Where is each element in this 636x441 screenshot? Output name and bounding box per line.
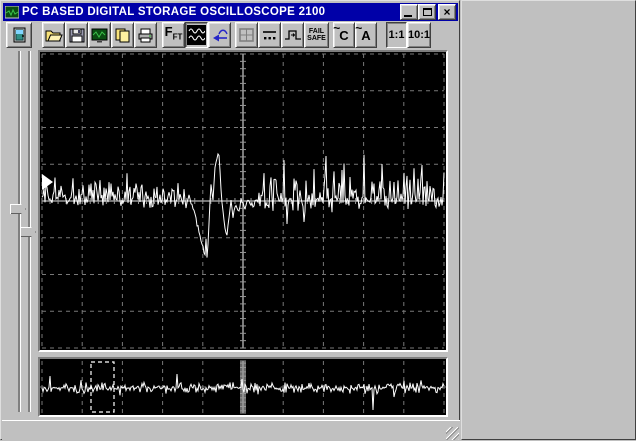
ac-c-label: ~ C bbox=[333, 20, 349, 43]
minimize-button[interactable] bbox=[400, 4, 418, 20]
dotted-line-icon bbox=[263, 31, 276, 40]
notes-icon bbox=[115, 28, 130, 42]
fft-label: FFT bbox=[164, 24, 183, 42]
control-panel-window: Control × File Help Horizontal MODE AUTO… bbox=[461, 0, 636, 440]
main-titlebar: PC BASED DIGITAL STORAGE OSCILLOSCOPE 21… bbox=[3, 3, 458, 21]
minimize-icon bbox=[404, 15, 412, 17]
fft-button[interactable]: FFT bbox=[162, 22, 185, 48]
main-window: PC BASED DIGITAL STORAGE OSCILLOSCOPE 21… bbox=[0, 0, 460, 441]
save-button[interactable] bbox=[65, 22, 88, 48]
maximize-icon bbox=[422, 8, 432, 16]
open-folder-icon bbox=[45, 30, 63, 41]
recall-wave-button[interactable] bbox=[208, 22, 231, 48]
grid-toggle-button[interactable] bbox=[235, 22, 258, 48]
maximize-button[interactable] bbox=[418, 4, 436, 20]
exit-button[interactable] bbox=[6, 22, 32, 48]
exit-door-icon bbox=[13, 27, 26, 42]
preview-scope-display bbox=[38, 357, 448, 417]
wave-arrow-icon bbox=[212, 29, 228, 41]
close-icon: × bbox=[443, 5, 451, 19]
copy-notes-button[interactable] bbox=[111, 22, 134, 48]
print-button[interactable] bbox=[134, 22, 157, 48]
printer-icon bbox=[138, 28, 153, 42]
ch-a-position-slider[interactable] bbox=[10, 204, 26, 214]
probe-10-1-button[interactable]: 10:1 bbox=[407, 22, 431, 48]
fail-safe-button[interactable]: FAIL SAFE bbox=[304, 22, 329, 48]
coupling-a-button[interactable]: ~ A bbox=[355, 20, 377, 48]
probe-10-1-label: 10:1 bbox=[407, 29, 431, 41]
grid-icon bbox=[239, 28, 254, 42]
resize-grip[interactable] bbox=[446, 427, 459, 440]
preview-scope-canvas bbox=[40, 360, 446, 414]
app-icon bbox=[5, 5, 19, 18]
coupling-c-button[interactable]: ~ C bbox=[333, 20, 355, 48]
probe-1-1-label: 1:1 bbox=[388, 29, 405, 41]
main-scope-display bbox=[38, 50, 448, 352]
dual-wave-icon bbox=[187, 25, 206, 45]
window-title: PC BASED DIGITAL STORAGE OSCILLOSCOPE 21… bbox=[22, 6, 326, 18]
trigger-edge-button[interactable] bbox=[281, 22, 304, 48]
cursor-dots-button[interactable] bbox=[258, 22, 281, 48]
status-bar bbox=[2, 420, 460, 441]
probe-1-1-button[interactable]: 1:1 bbox=[386, 22, 407, 48]
fail-safe-label: FAIL SAFE bbox=[307, 28, 326, 42]
close-button[interactable]: × bbox=[438, 4, 456, 20]
display-capture-button[interactable] bbox=[88, 22, 111, 48]
main-scope-canvas bbox=[41, 53, 445, 349]
ch-b-position-slider[interactable] bbox=[20, 227, 36, 237]
square-wave-icon bbox=[284, 30, 301, 40]
crt-screen-icon bbox=[91, 28, 108, 42]
open-button[interactable] bbox=[42, 22, 65, 48]
ac-a-label: ~ A bbox=[355, 20, 371, 43]
save-floppy-icon bbox=[69, 28, 84, 42]
waveform-mode-button[interactable] bbox=[185, 22, 208, 48]
